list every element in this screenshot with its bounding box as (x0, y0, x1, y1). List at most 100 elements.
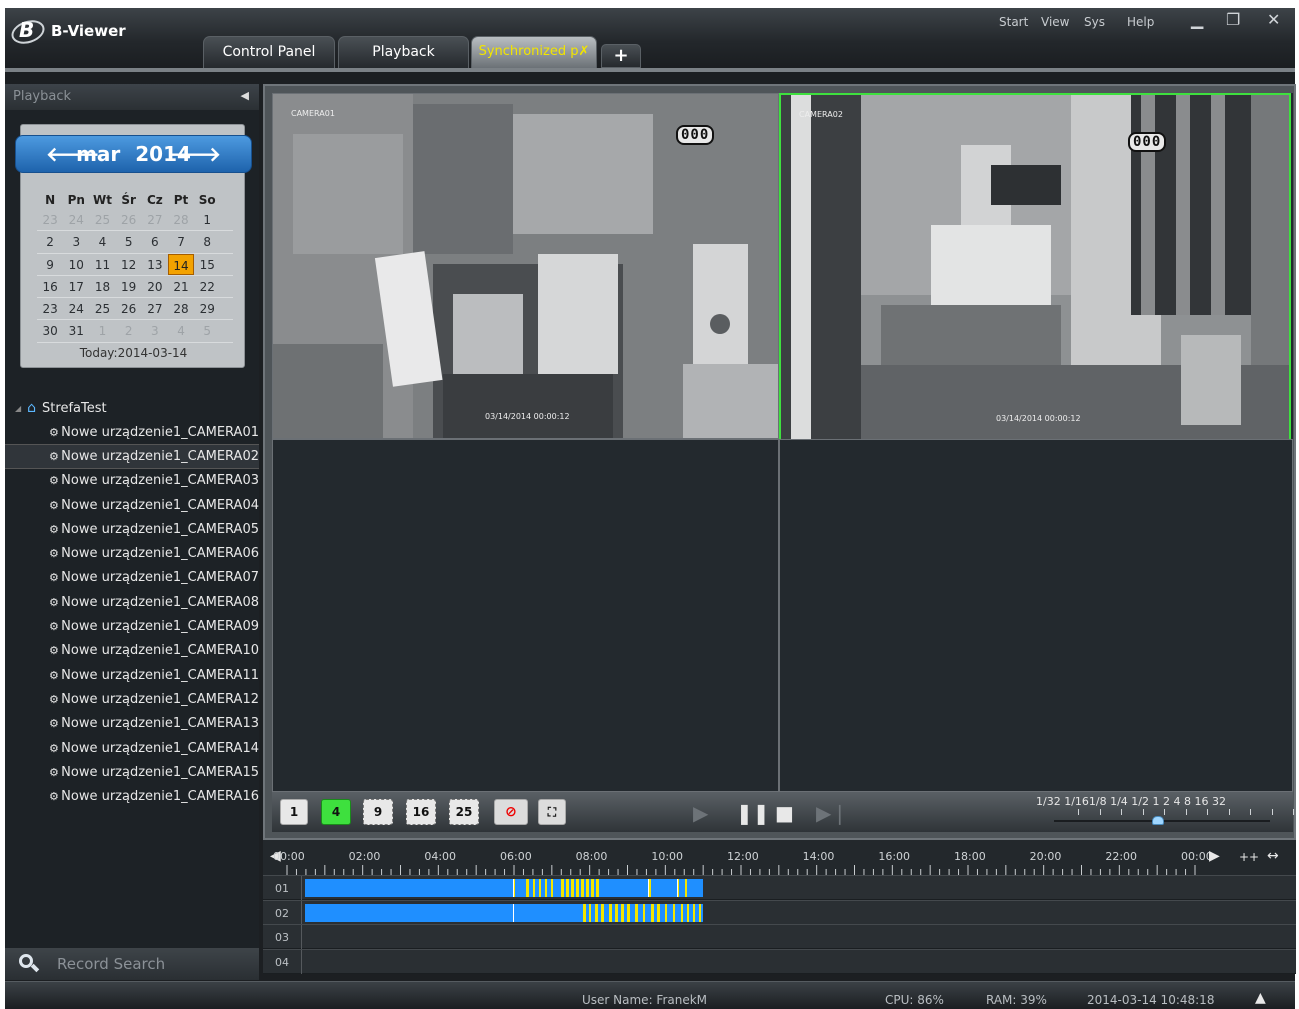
expand-icon[interactable]: ◢ (15, 404, 21, 413)
record-search-button[interactable]: Record Search (5, 948, 259, 980)
calendar-day[interactable]: 4 (89, 231, 115, 252)
calendar-day[interactable]: 9 (37, 254, 63, 275)
camera-item[interactable]: ⚙ Nowe urządzenie1_CAMERA03 (5, 469, 259, 493)
calendar-day[interactable]: 6 (142, 231, 168, 252)
motion-event-segment[interactable] (586, 879, 589, 897)
motion-event-segment[interactable] (627, 903, 630, 922)
tab-synchronized-playback[interactable]: Synchronized p✗ (471, 36, 597, 68)
camera-item[interactable]: ⚙ Nowe urządzenie1_CAMERA09 (5, 614, 259, 638)
motion-event-segment[interactable] (657, 903, 660, 922)
motion-event-segment[interactable] (561, 879, 564, 897)
timeline-ruler[interactable]: ◀ 00:00 02:00 04:00 06:00 08:00 10:00 12:00 14:… (263, 840, 1296, 875)
calendar-day[interactable]: 28 (168, 298, 194, 319)
calendar-day[interactable]: 21 (168, 276, 194, 297)
motion-event-segment[interactable] (583, 903, 586, 922)
layout-25-button[interactable]: 25 (449, 799, 479, 825)
calendar-day[interactable]: 18 (89, 276, 115, 297)
calendar-day[interactable]: 23 (37, 298, 63, 319)
restore-icon[interactable]: ❐ (1226, 10, 1240, 29)
add-tab-button[interactable]: + (601, 44, 641, 68)
video-tile-empty-3[interactable] (272, 439, 779, 792)
pin-icon[interactable]: ✗ (579, 44, 590, 59)
minimize-icon[interactable]: ▁ (1191, 10, 1203, 29)
calendar-day[interactable]: 17 (63, 276, 89, 297)
calendar-day[interactable]: 16 (37, 276, 63, 297)
menu-view[interactable]: View (1041, 15, 1069, 29)
video-tile-empty-4[interactable] (779, 439, 1293, 792)
motion-event-segment[interactable] (539, 879, 541, 897)
camera-item[interactable]: ⚙ Nowe urządzenie1_CAMERA02 (5, 444, 259, 469)
calendar-day[interactable]: 15 (194, 254, 220, 275)
camera-item[interactable]: ⚙ Nowe urządzenie1_CAMERA11 (5, 663, 259, 687)
motion-event-segment[interactable] (526, 879, 529, 897)
calendar-day[interactable]: 23 (37, 209, 63, 230)
calendar-day[interactable]: 30 (37, 320, 63, 341)
camera-item[interactable]: ⚙ Nowe urządzenie1_CAMERA04 (5, 493, 259, 517)
motion-event-segment[interactable] (699, 903, 701, 922)
motion-event-segment[interactable] (551, 879, 553, 897)
calendar-day[interactable]: 1 (194, 209, 220, 230)
next-month-icon[interactable]: 🡒 (167, 136, 221, 172)
menu-help[interactable]: Help (1127, 15, 1154, 29)
timeline-track[interactable]: 02 (263, 899, 1296, 925)
motion-event-segment[interactable] (596, 879, 599, 897)
camera-item[interactable]: ⚙ Nowe urządzenie1_CAMERA12 (5, 687, 259, 711)
motion-event-segment[interactable] (685, 879, 687, 897)
calendar-day[interactable]: 7 (168, 231, 194, 252)
timeline-next-icon[interactable]: ▶ (1209, 848, 1220, 864)
tab-playback[interactable]: Playback (338, 36, 469, 68)
motion-event-segment[interactable] (571, 879, 574, 897)
camera-item[interactable]: ⚙ Nowe urządzenie1_CAMERA13 (5, 712, 259, 736)
motion-event-segment[interactable] (581, 879, 584, 897)
calendar-day[interactable]: 12 (116, 254, 142, 275)
calendar-day[interactable]: 25 (89, 209, 115, 230)
camera-item[interactable]: ⚙ Nowe urządzenie1_CAMERA05 (5, 517, 259, 541)
layout-9-button[interactable]: 9 (363, 799, 393, 825)
zoom-in-icon[interactable]: ++ (1239, 850, 1259, 864)
camera-item[interactable]: ⚙ Nowe urządzenie1_CAMERA06 (5, 541, 259, 565)
calendar-day[interactable]: 24 (63, 298, 89, 319)
motion-event-segment[interactable] (665, 903, 667, 922)
tree-root-node[interactable]: ◢ ⌂ StrefaTest (5, 396, 259, 420)
motion-event-segment[interactable] (601, 903, 604, 922)
camera-item[interactable]: ⚙ Nowe urządzenie1_CAMERA07 (5, 566, 259, 590)
motion-event-segment[interactable] (681, 903, 683, 922)
calendar-day[interactable]: 5 (116, 231, 142, 252)
calendar-day[interactable]: 3 (142, 320, 168, 341)
calendar-day[interactable]: 4 (168, 320, 194, 341)
calendar-day[interactable]: 24 (63, 209, 89, 230)
motion-event-segment[interactable] (589, 903, 591, 922)
motion-event-segment[interactable] (545, 879, 547, 897)
prev-month-icon[interactable]: 🡐 (46, 136, 100, 172)
play-icon[interactable]: ▶ (693, 801, 708, 825)
calendar-day[interactable]: 3 (63, 231, 89, 252)
recording-segment[interactable] (305, 879, 703, 897)
step-frame-icon[interactable]: ▶❘ (816, 801, 848, 825)
fullscreen-icon[interactable]: ⛶ (538, 799, 566, 825)
motion-event-segment[interactable] (595, 903, 598, 922)
motion-event-segment[interactable] (609, 903, 612, 922)
motion-event-segment[interactable] (693, 903, 695, 922)
motion-event-segment[interactable] (591, 879, 594, 897)
layout-1-button[interactable]: 1 (280, 799, 308, 825)
calendar-day[interactable]: 2 (116, 320, 142, 341)
calendar-day[interactable]: 28 (168, 209, 194, 230)
calendar-day[interactable]: 31 (63, 320, 89, 341)
calendar-day[interactable]: 26 (116, 298, 142, 319)
pause-icon[interactable]: ❚❚ (736, 801, 770, 825)
timeline-track[interactable]: 01 (263, 875, 1296, 900)
calendar-day[interactable]: 25 (89, 298, 115, 319)
calendar-day[interactable]: 27 (142, 298, 168, 319)
calendar-day[interactable]: 26 (116, 209, 142, 230)
calendar-day[interactable]: 20 (142, 276, 168, 297)
camera-item[interactable]: ⚙ Nowe urządzenie1_CAMERA01 (5, 420, 259, 444)
motion-event-segment[interactable] (533, 879, 535, 897)
camera-item[interactable]: ⚙ Nowe urządzenie1_CAMERA14 (5, 736, 259, 760)
motion-event-segment[interactable] (615, 903, 618, 922)
motion-event-segment[interactable] (673, 903, 675, 922)
calendar-day[interactable]: 22 (194, 276, 220, 297)
close-icon[interactable]: ✕ (1267, 10, 1280, 29)
motion-event-segment[interactable] (566, 879, 569, 897)
calendar-day[interactable]: 14 (167, 253, 195, 275)
motion-event-segment[interactable] (635, 903, 638, 922)
